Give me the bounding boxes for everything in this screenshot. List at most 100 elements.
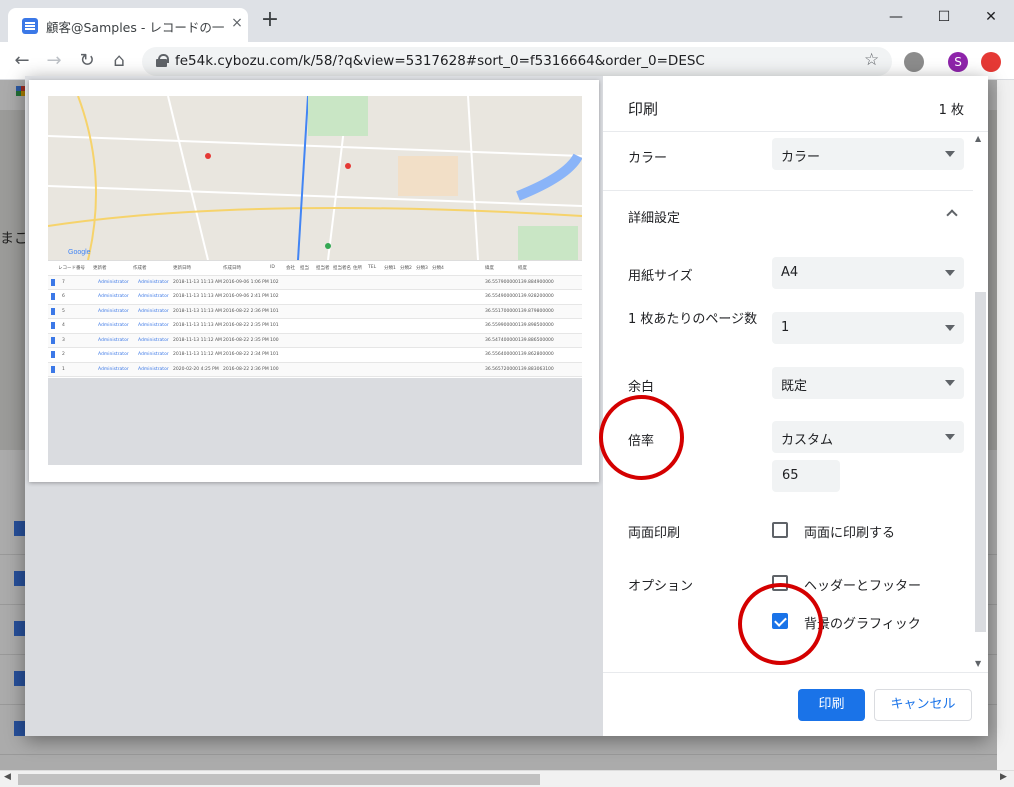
preview-table: レコード番号 更新者 作成者 更新日時 作成日時 ID 会社 担当 担当者 担当者名 住所 TEL 分類… xyxy=(48,260,582,378)
preview-cell: 2016-08-22 2:36 PM xyxy=(223,308,269,314)
preview-cell: 36.556400000 xyxy=(485,352,518,357)
preview-header-cell: 分類1 xyxy=(384,266,396,271)
update-icon[interactable] xyxy=(981,52,1001,72)
preview-table-row: 5 Administrator Administrator 2018-11-13 11… xyxy=(48,304,582,319)
page-count: 1 枚 xyxy=(938,103,964,118)
preview-header-cell: 担当者名 xyxy=(333,266,351,271)
preview-header-cell: レコード番号 xyxy=(58,266,85,271)
doc-icon xyxy=(51,293,55,300)
reload-icon[interactable]: ↻ xyxy=(76,50,98,72)
browser-tab[interactable]: 顧客@Samples - レコードの一覧 × xyxy=(8,8,248,42)
minimize-button[interactable]: — xyxy=(881,6,911,28)
duplex-checkbox-label[interactable]: 両面に印刷する xyxy=(804,522,895,541)
new-tab-button[interactable]: + xyxy=(260,9,280,31)
preview-cell: 101 xyxy=(270,323,279,328)
preview-cell: 2016-08-22 2:35 PM xyxy=(223,323,269,328)
preview-cell: Administrator xyxy=(138,337,169,343)
preview-header-cell: 分類4 xyxy=(432,266,444,271)
tab-bar: 顧客@Samples - レコードの一覧 × + — ☐ ✕ xyxy=(0,0,1014,42)
scale-input[interactable]: 65 xyxy=(772,460,840,492)
close-window-button[interactable]: ✕ xyxy=(976,6,1006,28)
color-select[interactable]: カラー xyxy=(772,138,964,170)
cancel-button[interactable]: キャンセル xyxy=(874,689,972,721)
dropdown-caret-icon xyxy=(945,270,955,276)
preview-cell: 139.886500000 xyxy=(518,337,554,343)
preview-cell: 100 xyxy=(270,366,279,372)
color-label: カラー xyxy=(628,151,668,166)
preview-table-row: 4 Administrator Administrator 2018-11-13 11… xyxy=(48,319,582,334)
scale-select[interactable]: カスタム xyxy=(772,421,964,453)
preview-cell: Administrator xyxy=(138,308,169,314)
preview-header-cell: 更新者 xyxy=(93,266,107,271)
pages-per-sheet-label: 1 枚あたりのページ数 xyxy=(628,312,758,327)
settings-footer: 印刷 キャンセル xyxy=(603,672,988,736)
preview-cell: 2018-11-13 11:12 AM xyxy=(173,337,222,343)
preview-cell: Administrator xyxy=(138,323,169,328)
preview-cell: 139.928200000 xyxy=(518,294,554,299)
paper-size-select[interactable]: A4 xyxy=(772,257,964,289)
browser-toolbar: ← → ↻ ⌂ fe54k.cybozu.com/k/58/?q&view=53… xyxy=(0,42,1014,80)
dropdown-caret-icon xyxy=(945,325,955,331)
page-horizontal-scrollbar[interactable]: ◀ ▶ xyxy=(0,770,1014,787)
margins-label: 余白 xyxy=(628,380,655,395)
forward-arrow-icon[interactable]: → xyxy=(43,50,65,72)
print-button[interactable]: 印刷 xyxy=(798,689,865,721)
preview-header-cell: 作成日時 xyxy=(223,266,241,271)
preview-cell: 2018-11-13 11:13 AM xyxy=(173,323,222,328)
extension-gear-icon[interactable] xyxy=(904,52,924,72)
scrollbar-thumb[interactable] xyxy=(975,292,986,632)
preview-table-row: 6 Administrator Administrator 2018-11-13 11… xyxy=(48,290,582,305)
preview-header-cell: 分類3 xyxy=(416,266,428,271)
paper-size-label: 用紙サイズ xyxy=(628,269,693,284)
pages-per-sheet-select[interactable]: 1 xyxy=(772,312,964,344)
preview-table-row: 1 Administrator Administrator 2020-02-20 4:… xyxy=(48,362,582,377)
doc-icon xyxy=(51,336,55,344)
settings-scrollbar[interactable]: ▲ ▼ xyxy=(973,132,988,672)
lock-icon[interactable] xyxy=(156,54,169,67)
print-title: 印刷 xyxy=(628,100,659,118)
preview-header-cell: 作成者 xyxy=(133,266,147,271)
duplex-checkbox[interactable] xyxy=(772,522,788,538)
google-logo: Google xyxy=(68,249,91,256)
preview-cell: 2016-08-22 2:34 PM xyxy=(223,352,269,357)
preview-header-cell: 分類2 xyxy=(400,266,412,271)
preview-cell: Administrator xyxy=(98,337,129,343)
preview-cell: 36.547400000 xyxy=(485,337,518,343)
address-bar[interactable]: fe54k.cybozu.com/k/58/?q&view=5317628#so… xyxy=(142,47,892,76)
annotation-circle-scale xyxy=(599,395,684,480)
url-text: fe54k.cybozu.com/k/58/?q&view=5317628#so… xyxy=(175,53,705,69)
preview-cell: 2018-11-13 11:13 AM xyxy=(173,279,222,285)
bookmark-star-icon[interactable]: ☆ xyxy=(864,50,879,70)
advanced-settings-label[interactable]: 詳細設定 xyxy=(628,207,680,226)
home-icon[interactable]: ⌂ xyxy=(108,50,130,72)
doc-icon xyxy=(51,365,55,373)
dropdown-caret-icon xyxy=(945,380,955,386)
divider xyxy=(603,190,973,191)
headers-footers-label[interactable]: ヘッダーとフッター xyxy=(804,575,921,594)
maximize-button[interactable]: ☐ xyxy=(929,6,959,28)
preview-cell: 36.565720000 xyxy=(485,366,518,372)
preview-cell: Administrator xyxy=(138,352,169,357)
preview-header-cell: 住所 xyxy=(353,266,362,271)
margins-select[interactable]: 既定 xyxy=(772,367,964,399)
profile-avatar[interactable]: S xyxy=(948,52,968,72)
preview-header-cell: TEL xyxy=(368,265,377,270)
list-favicon-icon xyxy=(22,18,38,34)
back-arrow-icon[interactable]: ← xyxy=(11,50,33,72)
preview-cell: Administrator xyxy=(98,308,129,314)
preview-table-header: レコード番号 更新者 作成者 更新日時 作成日時 ID 会社 担当 担当者 担当者名 住所 TEL 分類… xyxy=(48,261,582,276)
preview-header-cell: 会社 xyxy=(286,266,295,271)
preview-header-cell: 更新日時 xyxy=(173,266,191,271)
page-vertical-scrollbar[interactable] xyxy=(997,80,1014,770)
preview-header-cell: ID xyxy=(270,265,275,270)
doc-icon xyxy=(51,351,55,358)
preview-cell: 4 xyxy=(62,323,65,328)
preview-header-cell: 担当 xyxy=(300,266,309,271)
preview-cell: 36.559900000 xyxy=(485,323,518,328)
preview-cell: Administrator xyxy=(138,366,169,372)
chevron-up-icon[interactable] xyxy=(946,209,958,221)
preview-table-row: 3 Administrator Administrator 2018-11-13 11… xyxy=(48,333,582,348)
scrollbar-thumb[interactable] xyxy=(18,774,540,785)
tab-close-icon[interactable]: × xyxy=(229,15,245,31)
preview-cell: 2018-11-13 11:12 AM xyxy=(173,352,222,357)
